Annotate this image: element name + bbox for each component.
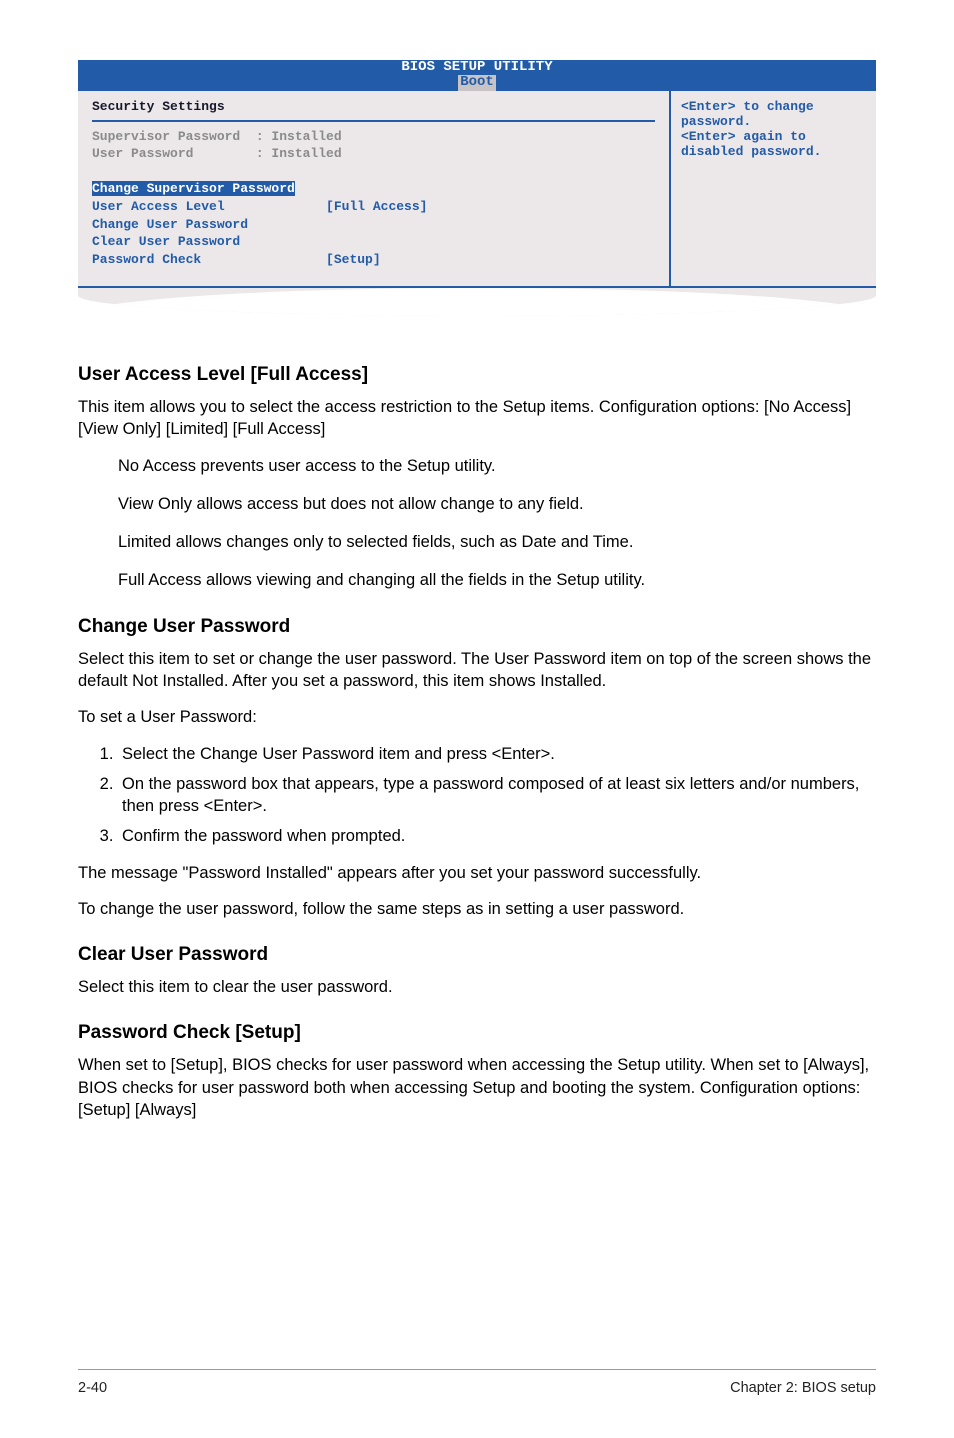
- list-item: Confirm the password when prompted.: [118, 825, 876, 847]
- bios-change-user-password: Change User Password: [92, 216, 655, 234]
- text-ual-noaccess: No Access prevents user access to the Se…: [118, 455, 876, 477]
- heading-cup: Change User Password: [78, 616, 876, 638]
- text-clp-desc: Select this item to clear the user passw…: [78, 976, 876, 998]
- bios-help-line-3: <Enter> again to: [681, 129, 866, 144]
- section-change-user-password: Change User Password Select this item to…: [78, 616, 876, 920]
- bios-clear-user-password: Clear User Password: [92, 233, 655, 251]
- bios-help-line-4: disabled password.: [681, 144, 866, 159]
- bios-user-access-level: User Access Level [Full Access]: [92, 198, 655, 216]
- bios-user-password: User Password : Installed: [92, 145, 655, 163]
- bios-screenshot: BIOS SETUP UTILITY Boot Security Setting…: [78, 60, 876, 316]
- heading-ual: User Access Level [Full Access]: [78, 364, 876, 386]
- bios-supervisor-password: Supervisor Password : Installed: [92, 128, 655, 146]
- section-user-access-level: User Access Level [Full Access] This ite…: [78, 364, 876, 592]
- text-pwc-desc: When set to [Setup], BIOS checks for use…: [78, 1054, 876, 1121]
- text-cup-toset: To set a User Password:: [78, 706, 876, 728]
- heading-clp: Clear User Password: [78, 944, 876, 966]
- bios-help-line-1: <Enter> to change: [681, 99, 866, 114]
- section-clear-user-password: Clear User Password Select this item to …: [78, 944, 876, 998]
- list-cup-steps: Select the Change User Password item and…: [78, 743, 876, 848]
- bios-section-title: Security Settings: [92, 99, 655, 122]
- text-ual-viewonly: View Only allows access but does not all…: [118, 493, 876, 515]
- list-item: Select the Change User Password item and…: [118, 743, 876, 765]
- list-item: On the password box that appears, type a…: [118, 773, 876, 818]
- text-cup-change: To change the user password, follow the …: [78, 898, 876, 920]
- page-footer: 2-40 Chapter 2: BIOS setup: [78, 1369, 876, 1396]
- bios-password-check: Password Check [Setup]: [92, 251, 655, 269]
- bios-title: BIOS SETUP UTILITY: [78, 60, 876, 75]
- chapter-title: Chapter 2: BIOS setup: [730, 1380, 876, 1396]
- bios-tab-boot: Boot: [458, 75, 496, 90]
- text-cup-desc: Select this item to set or change the us…: [78, 648, 876, 693]
- bios-body: Security Settings Supervisor Password : …: [78, 91, 876, 316]
- text-cup-success: The message "Password Installed" appears…: [78, 862, 876, 884]
- text-ual-limited: Limited allows changes only to selected …: [118, 531, 876, 553]
- bios-header: BIOS SETUP UTILITY Boot: [78, 60, 876, 91]
- heading-pwc: Password Check [Setup]: [78, 1022, 876, 1044]
- text-ual-desc: This item allows you to select the acces…: [78, 396, 876, 441]
- text-ual-fullaccess: Full Access allows viewing and changing …: [118, 569, 876, 591]
- bios-left-panel: Security Settings Supervisor Password : …: [78, 91, 671, 288]
- page-number: 2-40: [78, 1380, 107, 1396]
- bios-help-panel: <Enter> to change password. <Enter> agai…: [671, 91, 876, 288]
- bios-help-line-2: password.: [681, 114, 866, 129]
- bios-change-supervisor: Change Supervisor Password: [92, 181, 295, 196]
- section-password-check: Password Check [Setup] When set to [Setu…: [78, 1022, 876, 1121]
